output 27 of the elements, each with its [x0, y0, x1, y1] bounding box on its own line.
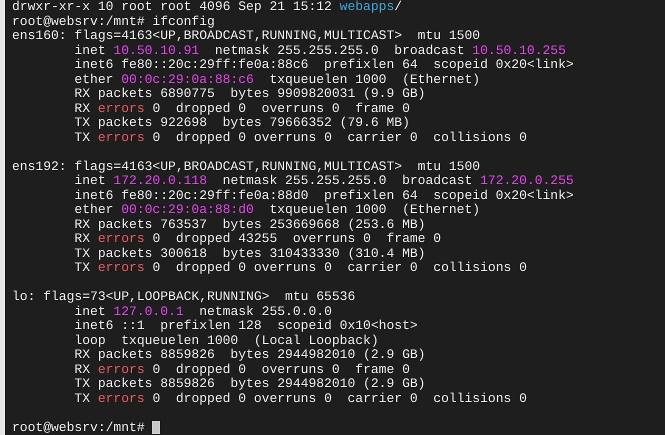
terminal-line: inet6 ::1 prefixlen 128 scopeid 0x10<host> [73, 319, 418, 334]
terminal-line: ether 00:0c:29:0a:88:c6 txqueuelen 1000 (Ethernet) [73, 72, 480, 87]
terminal-line: lo: flags=73<UP,LOOPBACK,RUNNING> mtu 65536 [12, 290, 356, 304]
terminal-line: inet6 fe80::20c:29ff:fe0a:88d0 prefixlen 64 scopeid 0x20<link> [73, 188, 574, 203]
terminal-line: inet 172.20.0.118 netmask 255.255.255.0 broadcast 172.20.0.255 [73, 174, 574, 188]
terminal-line: RX packets 763537 bytes 253669668 (253.6 MB) [73, 218, 426, 232]
terminal-line: TX errors 0 dropped 0 overruns 0 carrier 0 collisions 0 [73, 392, 527, 406]
terminal-line: loop txqueuelen 1000 (Local Loopback) [73, 334, 379, 348]
terminal-line: root@websrv:/mnt# ifconfig [12, 14, 215, 29]
terminal-line: RX errors 0 dropped 0 overruns 0 frame 0 [73, 362, 410, 377]
terminal-line: RX errors 0 dropped 0 overruns 0 frame 0 [73, 102, 410, 116]
terminal-line: RX packets 8859826 bytes 2944982010 (2.9 GB) [73, 348, 426, 362]
terminal-line: root@websrv:/mnt# [12, 420, 146, 435]
terminal-line: inet 127.0.0.1 netmask 255.0.0.0 [73, 304, 332, 319]
terminal-line: inet 10.50.10.91 netmask 255.255.255.0 broadcast 10.50.10.255 [73, 44, 566, 58]
terminal-line: drwxr-xr-x 10 root root 4096 Sep 21 15:12 webapps/ [12, 0, 402, 14]
terminal-line: TX errors 0 dropped 0 overruns 0 carrier 0 collisions 0 [73, 130, 527, 145]
terminal-line: TX packets 922698 bytes 79666352 (79.6 MB) [73, 116, 410, 130]
terminal-line: TX packets 300618 bytes 310433330 (310.4 MB) [73, 246, 426, 261]
terminal-line: ether 00:0c:29:0a:88:d0 txqueuelen 1000 (Ethernet) [73, 203, 480, 218]
terminal-line: TX packets 8859826 bytes 2944982010 (2.9 GB) [73, 377, 426, 392]
terminal-line: ens192: flags=4163<UP,BROADCAST,RUNNING,MULTICAST> mtu 1500 [12, 160, 480, 174]
terminal-line: inet6 fe80::20c:29ff:fe0a:88c6 prefixlen 64 scopeid 0x20<link> [73, 58, 574, 72]
terminal-line: RX packets 6890775 bytes 9909820031 (9.9 GB) [73, 87, 426, 102]
terminal-line: ens160: flags=4163<UP,BROADCAST,RUNNING,MULTICAST> mtu 1500 [12, 29, 480, 44]
terminal-line: TX errors 0 dropped 0 overruns 0 carrier 0 collisions 0 [73, 261, 527, 276]
terminal-line: RX errors 0 dropped 43255 overruns 0 frame 0 [73, 232, 442, 246]
